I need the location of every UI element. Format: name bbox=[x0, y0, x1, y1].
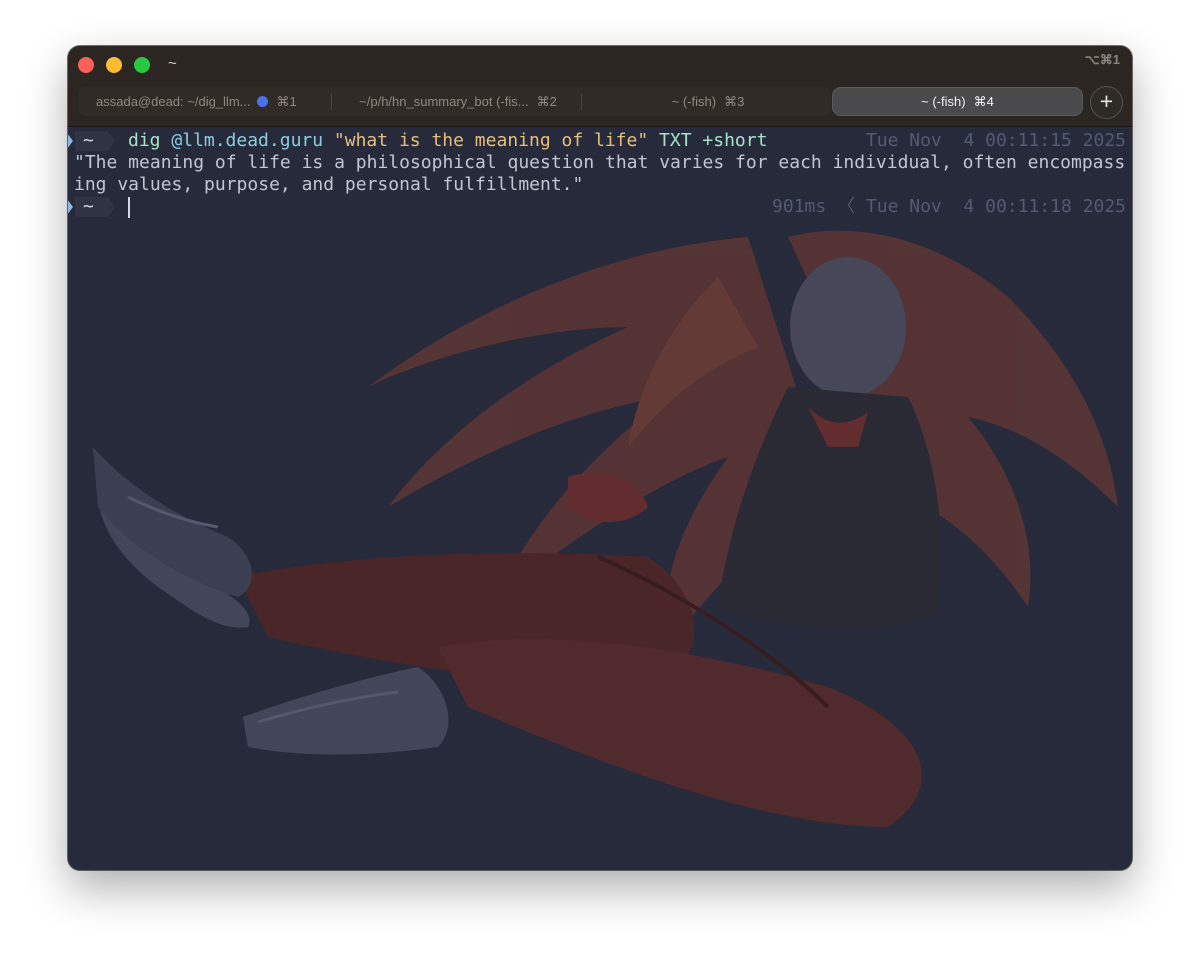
command-query: "what is the meaning of life" bbox=[333, 130, 649, 151]
maximize-window-button[interactable] bbox=[134, 57, 150, 73]
command-program: dig bbox=[128, 130, 161, 151]
tab-1[interactable]: assada@dead: ~/dig_llm... ⌘1 bbox=[96, 87, 328, 116]
prompt-line[interactable]: ~ 901ms 〈 Tue Nov 4 00:11:18 2025 bbox=[68, 196, 1132, 218]
output-text-1: "The meaning of life is a philosophical … bbox=[74, 152, 1126, 173]
prompt-segment bbox=[75, 131, 115, 151]
tab-divider bbox=[331, 94, 332, 110]
activity-dot-icon bbox=[257, 96, 269, 107]
tab-4-active[interactable]: ~ (-fish) ⌘4 bbox=[832, 87, 1083, 116]
command-line: ~ dig @llm.dead.guru "what is the meanin… bbox=[68, 130, 1132, 152]
text-cursor bbox=[128, 197, 130, 218]
prompt-cwd: ~ bbox=[83, 130, 94, 151]
minimize-window-button[interactable] bbox=[106, 57, 122, 73]
plus-icon: + bbox=[1099, 88, 1114, 114]
command-server: @llm.dead.guru bbox=[171, 130, 324, 151]
output-line: ing values, purpose, and personal fulfil… bbox=[68, 174, 1132, 196]
output-text-2: ing values, purpose, and personal fulfil… bbox=[74, 174, 584, 195]
command-flag: +short bbox=[702, 130, 768, 151]
tab-3-shortcut: ⌘3 bbox=[724, 93, 745, 109]
tab-4-label: ~ (-fish) bbox=[921, 94, 966, 109]
tab-divider bbox=[581, 94, 582, 110]
tab-4-shortcut: ⌘4 bbox=[973, 93, 994, 109]
tab-1-label: assada@dead: ~/dig_llm... bbox=[96, 94, 251, 109]
command-type: TXT bbox=[659, 130, 692, 151]
right-prompt-status: 901ms 〈 Tue Nov 4 00:11:18 2025 bbox=[772, 196, 1126, 217]
tab-bar: assada@dead: ~/dig_llm... ⌘1 ~/p/h/hn_su… bbox=[68, 84, 1132, 127]
window-shortcut-label: ⌥⌘1 bbox=[1084, 52, 1120, 67]
window-title: ~ bbox=[168, 55, 177, 72]
prompt-segment bbox=[75, 197, 115, 217]
tab-3[interactable]: ~ (-fish) ⌘3 bbox=[584, 87, 832, 116]
tab-2-shortcut: ⌘2 bbox=[536, 93, 557, 109]
terminal-window: ~ ⌥⌘1 assada@dead: ~/dig_llm... ⌘1 ~/p/h… bbox=[68, 46, 1132, 870]
tab-3-label: ~ (-fish) bbox=[671, 94, 717, 109]
prompt-cwd-2: ~ bbox=[83, 196, 94, 217]
title-bar[interactable]: ~ ⌥⌘1 bbox=[68, 46, 1132, 84]
background-anime-artwork bbox=[93, 230, 1118, 827]
close-window-button[interactable] bbox=[78, 57, 94, 73]
terminal-content[interactable]: ~ dig @llm.dead.guru "what is the meanin… bbox=[68, 127, 1132, 870]
tab-2[interactable]: ~/p/h/hn_summary_bot (-fis... ⌘2 bbox=[334, 87, 582, 116]
command-text: dig @llm.dead.guru "what is the meaning … bbox=[128, 130, 767, 152]
new-tab-button[interactable]: + bbox=[1090, 86, 1123, 119]
prompt-arrow-icon bbox=[68, 133, 73, 149]
tab-1-shortcut: ⌘1 bbox=[276, 93, 297, 109]
command-timestamp: Tue Nov 4 00:11:15 2025 bbox=[865, 130, 1126, 151]
prompt-arrow-icon bbox=[68, 199, 73, 215]
output-line: "The meaning of life is a philosophical … bbox=[68, 152, 1132, 174]
tab-2-label: ~/p/h/hn_summary_bot (-fis... bbox=[359, 94, 529, 109]
